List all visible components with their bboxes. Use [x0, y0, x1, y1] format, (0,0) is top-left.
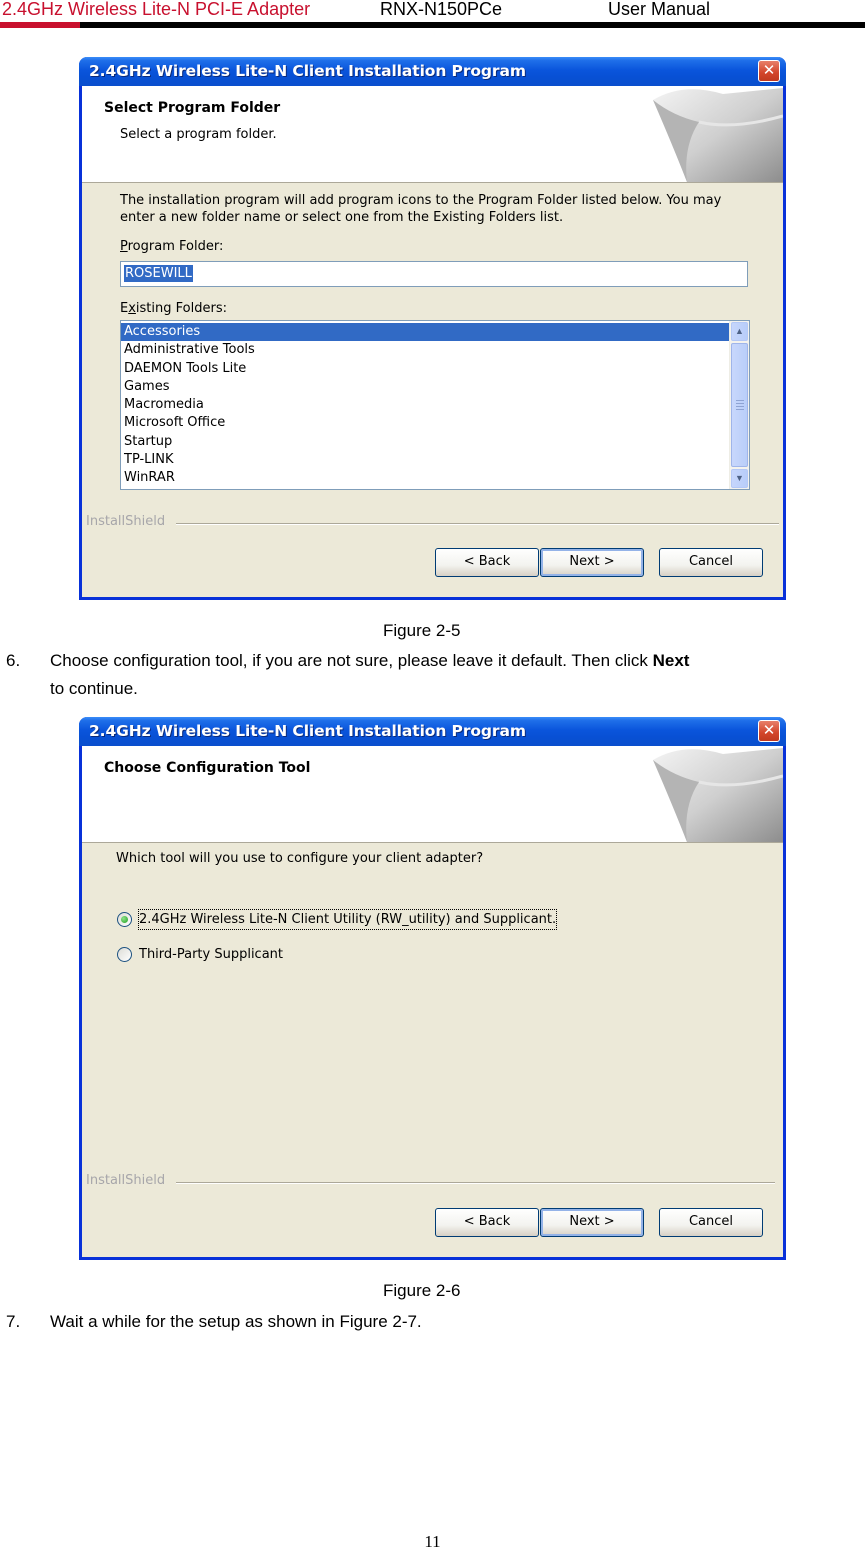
step-number: 6.	[6, 651, 21, 670]
step-text: Wait a while for the setup as shown in F…	[50, 1312, 422, 1331]
header-model: RNX-N150PCe	[380, 0, 503, 19]
program-folder-label: Program Folder:	[120, 239, 224, 254]
choose-configuration-tool-dialog: 2.4GHz Wireless Lite-N Client Installati…	[79, 717, 786, 1260]
header-manual-title: User Manual	[608, 0, 711, 19]
radio-button-selected[interactable]	[117, 912, 132, 927]
program-folder-value: ROSEWILL	[124, 265, 193, 282]
existing-folders-label: Existing Folders:	[120, 301, 227, 316]
dialog-titlebar: 2.4GHz Wireless Lite-N Client Installati…	[79, 57, 786, 86]
folder-list-item[interactable]: Macromedia	[121, 396, 729, 414]
next-button[interactable]: Next >	[540, 1208, 644, 1237]
existing-folders-list[interactable]: Accessories Administrative Tools DAEMON To…	[120, 320, 750, 490]
figure-caption-2-5: Figure 2-5	[383, 621, 461, 640]
folder-list-item[interactable]: WinRAR	[121, 469, 729, 487]
document-header: 2.4GHz Wireless Lite-N PCI-E Adapter RNX…	[0, 0, 865, 30]
cancel-button[interactable]: Cancel	[659, 1208, 763, 1237]
folder-list-item[interactable]: DAEMON Tools Lite	[121, 360, 729, 378]
banner-subheading: Select a program folder.	[120, 127, 277, 142]
radio-option-rw-utility[interactable]: 2.4GHz Wireless Lite-N Client Utility (R…	[117, 909, 577, 930]
installshield-label: InstallShield	[86, 514, 166, 529]
dialog-banner: Select Program Folder Select a program f…	[82, 86, 783, 183]
step-7: 7. Wait a while for the setup as shown i…	[6, 1308, 865, 1336]
list-scrollbar[interactable]: ▲ ▼	[729, 321, 749, 489]
radio-label-third-party: Third-Party Supplicant	[139, 947, 284, 962]
banner-heading: Choose Configuration Tool	[104, 760, 311, 776]
folder-list-item[interactable]: Accessories	[121, 323, 729, 342]
scroll-up-icon[interactable]: ▲	[731, 322, 748, 341]
page-curl-icon	[653, 748, 783, 842]
scroll-thumb[interactable]	[731, 343, 748, 467]
header-product-name: 2.4GHz Wireless Lite-N PCI-E Adapter	[2, 0, 311, 19]
radio-label-rw-utility: 2.4GHz Wireless Lite-N Client Utility (R…	[137, 909, 558, 930]
close-icon[interactable]: ✕	[758, 720, 780, 742]
configuration-question: Which tool will you use to configure you…	[116, 851, 484, 866]
next-button[interactable]: Next >	[540, 548, 644, 577]
back-button[interactable]: < Back	[435, 1208, 539, 1237]
back-button[interactable]: < Back	[435, 548, 539, 577]
banner-heading: Select Program Folder	[104, 100, 281, 116]
folder-list-item[interactable]: Administrative Tools	[121, 341, 729, 359]
dialog-banner: Choose Configuration Tool	[82, 746, 783, 843]
step-text-line2: to continue.	[50, 679, 138, 698]
folder-list-item[interactable]: Microsoft Office	[121, 414, 729, 432]
installshield-divider	[176, 523, 779, 525]
step-number: 7.	[6, 1312, 21, 1331]
header-rule-red	[0, 22, 80, 28]
scroll-down-icon[interactable]: ▼	[731, 469, 748, 488]
header-rule-black	[80, 22, 865, 28]
dialog-description-line2: enter a new folder name or select one fr…	[120, 210, 564, 225]
radio-button-unselected[interactable]	[117, 947, 132, 962]
dialog-title: 2.4GHz Wireless Lite-N Client Installati…	[89, 722, 526, 740]
cancel-button[interactable]: Cancel	[659, 548, 763, 577]
dialog-title: 2.4GHz Wireless Lite-N Client Installati…	[89, 62, 526, 80]
folder-list-item[interactable]: TP-LINK	[121, 451, 729, 469]
radio-option-third-party[interactable]: Third-Party Supplicant	[117, 945, 417, 965]
step-6: 6. Choose configuration tool, if you are…	[6, 647, 865, 703]
dialog-titlebar: 2.4GHz Wireless Lite-N Client Installati…	[79, 717, 786, 746]
program-folder-input[interactable]: ROSEWILL	[120, 261, 748, 287]
folder-list-item[interactable]: Startup	[121, 433, 729, 451]
folder-list-item[interactable]: Games	[121, 378, 729, 396]
close-icon[interactable]: ✕	[758, 60, 780, 82]
page-curl-icon	[653, 88, 783, 182]
installshield-divider	[176, 1182, 775, 1184]
select-program-folder-dialog: 2.4GHz Wireless Lite-N Client Installati…	[79, 57, 786, 600]
figure-caption-2-6: Figure 2-6	[383, 1281, 461, 1300]
installshield-label: InstallShield	[86, 1173, 166, 1188]
step-text: Choose configuration tool, if you are no…	[50, 651, 690, 670]
page-number: 11	[424, 1532, 441, 1551]
